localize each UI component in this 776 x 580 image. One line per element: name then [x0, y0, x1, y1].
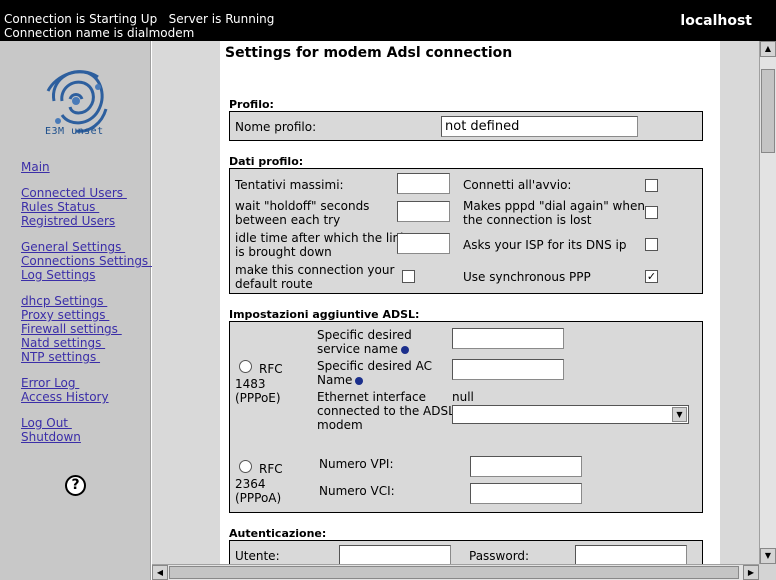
- sidebar: E3M unset Main Connected Users Rules Sta…: [0, 41, 151, 580]
- default-route-checkbox[interactable]: [402, 270, 415, 283]
- connetti-label: Connetti all'avvio:: [463, 178, 572, 192]
- password-label: Password:: [469, 549, 530, 563]
- holdoff-label-line1: wait "holdoff" seconds: [235, 199, 370, 213]
- host-name: localhost: [680, 13, 752, 29]
- vci-label: Numero VCI:: [319, 484, 395, 498]
- right-margin: [720, 41, 759, 564]
- info-dot-icon: [400, 345, 409, 354]
- eth-interface-select[interactable]: ▼: [452, 405, 689, 424]
- horizontal-scrollbar[interactable]: ◀ ▶: [152, 564, 759, 580]
- ac-name-label-line1: Specific desired AC: [317, 359, 432, 373]
- ac-name-input[interactable]: [452, 359, 564, 380]
- dial-again-label-line1: Makes pppd "dial again" when: [463, 199, 645, 213]
- holdoff-label-line2: between each try: [235, 213, 341, 227]
- vertical-scroll-thumb[interactable]: [761, 69, 775, 153]
- scroll-down-icon[interactable]: ▼: [760, 548, 776, 564]
- dial-again-label-line2: the connection is lost: [463, 213, 592, 227]
- utente-input[interactable]: [339, 545, 451, 564]
- tentativi-label: Tentativi massimi:: [235, 178, 344, 192]
- eth-value: null: [452, 390, 474, 404]
- connection-status: Connection is Starting Up Server is Runn…: [4, 12, 275, 26]
- sidebar-link-connected-users[interactable]: Connected Users: [21, 186, 127, 200]
- sync-ppp-checkbox[interactable]: ✓: [645, 270, 658, 283]
- nome-profilo-label: Nome profilo:: [235, 120, 317, 134]
- rfc2364-label-line3: (PPPoA): [235, 491, 282, 505]
- ac-name-label-line2: Name: [317, 373, 364, 387]
- section-profilo: Profilo:: [229, 98, 274, 111]
- sync-ppp-label: Use synchronous PPP: [463, 270, 591, 284]
- rfc2364-label-line2: 2364: [235, 477, 266, 491]
- section-dati-profilo: Dati profilo:: [229, 155, 304, 168]
- service-name-input[interactable]: [452, 328, 564, 349]
- service-name-label-line2: service name: [317, 342, 409, 356]
- vpi-label: Numero VPI:: [319, 457, 394, 471]
- sidebar-link-dhcp-settings[interactable]: dhcp Settings: [21, 294, 107, 308]
- holdoff-input[interactable]: [397, 201, 450, 222]
- info-dot-icon: [355, 376, 364, 385]
- sidebar-link-general-settings[interactable]: General Settings: [21, 240, 125, 254]
- section-adsl: Impostazioni aggiuntive ADSL:: [229, 308, 420, 321]
- tentativi-input[interactable]: [397, 173, 450, 194]
- connection-name: Connection name is dialmodem: [4, 26, 195, 40]
- rfc2364-label-line1: RFC: [259, 462, 283, 476]
- chevron-down-icon[interactable]: ▼: [672, 407, 687, 422]
- settings-form: Settings for modem Adsl connection Profi…: [220, 41, 720, 564]
- dns-checkbox[interactable]: [645, 238, 658, 251]
- page-title: Settings for modem Adsl connection: [225, 45, 513, 61]
- connetti-checkbox[interactable]: [645, 179, 658, 192]
- sidebar-link-proxy-settings[interactable]: Proxy settings: [21, 308, 109, 322]
- sidebar-link-error-log[interactable]: Error Log: [21, 376, 79, 390]
- status-bar: Connection is Starting Up Server is Runn…: [0, 0, 776, 41]
- eth-label-line1: Ethernet interface: [317, 390, 427, 404]
- vci-input[interactable]: [470, 483, 582, 504]
- profilo-group: Nome profilo: not defined: [229, 111, 703, 141]
- rfc1483-radio[interactable]: [239, 360, 252, 373]
- sidebar-link-log-settings[interactable]: Log Settings: [21, 268, 95, 282]
- sidebar-link-log-out[interactable]: Log Out: [21, 416, 72, 430]
- password-input[interactable]: [575, 545, 687, 564]
- ac-name-label-text: Name: [317, 373, 353, 387]
- scroll-right-icon[interactable]: ▶: [743, 565, 759, 580]
- sidebar-link-access-history[interactable]: Access History: [21, 390, 109, 404]
- default-route-label-line1: make this connection your: [235, 263, 395, 277]
- default-route-label-line2: default route: [235, 277, 313, 291]
- sidebar-link-rules-status[interactable]: Rules Status: [21, 200, 99, 214]
- sidebar-link-ntp-settings[interactable]: NTP settings: [21, 350, 100, 364]
- sidebar-link-registred-users[interactable]: Registred Users: [21, 214, 115, 228]
- rfc2364-radio[interactable]: [239, 460, 252, 473]
- scroll-left-icon[interactable]: ◀: [152, 565, 168, 580]
- rfc1483-label-line3: (PPPoE): [235, 391, 281, 405]
- service-name-label-line1: Specific desired: [317, 328, 412, 342]
- eth-label-line2: connected to the ADSL: [317, 404, 455, 418]
- dati-profilo-group: Tentativi massimi: Connetti all'avvio: w…: [229, 168, 703, 294]
- nome-profilo-input[interactable]: not defined: [441, 116, 638, 137]
- idle-label-line2: is brought down: [235, 245, 332, 259]
- sidebar-link-connections-settings[interactable]: Connections Settings: [21, 254, 152, 268]
- vpi-input[interactable]: [470, 456, 582, 477]
- rfc1483-label-line2: 1483: [235, 377, 266, 391]
- horizontal-scroll-thumb[interactable]: [169, 566, 739, 579]
- dial-again-checkbox[interactable]: [645, 206, 658, 219]
- utente-label: Utente:: [235, 549, 280, 563]
- idle-label-line1: idle time after which the link: [235, 231, 408, 245]
- help-icon[interactable]: ?: [65, 475, 86, 496]
- sidebar-link-firewall-settings[interactable]: Firewall settings: [21, 322, 122, 336]
- rfc1483-label-line1: RFC: [259, 362, 283, 376]
- idle-input[interactable]: [397, 233, 450, 254]
- section-autenticazione: Autenticazione:: [229, 527, 327, 540]
- sidebar-link-natd-settings[interactable]: Natd settings: [21, 336, 105, 350]
- dns-label: Asks your ISP for its DNS ip: [463, 238, 627, 252]
- scroll-up-icon[interactable]: ▲: [760, 41, 776, 57]
- eth-label-line3: modem: [317, 418, 363, 432]
- vertical-scrollbar[interactable]: ▲ ▼: [759, 41, 776, 564]
- left-margin: [152, 41, 220, 564]
- scrollbar-corner: [759, 564, 776, 580]
- adsl-group: RFC 1483 (PPPoE) Specific desired servic…: [229, 321, 703, 513]
- sidebar-link-shutdown[interactable]: Shutdown: [21, 430, 81, 444]
- service-name-label-text: service name: [317, 342, 398, 356]
- logo-text: E3M unset: [45, 126, 104, 137]
- auth-group: Utente: Password:: [229, 540, 703, 564]
- sidebar-link-main[interactable]: Main: [21, 160, 50, 174]
